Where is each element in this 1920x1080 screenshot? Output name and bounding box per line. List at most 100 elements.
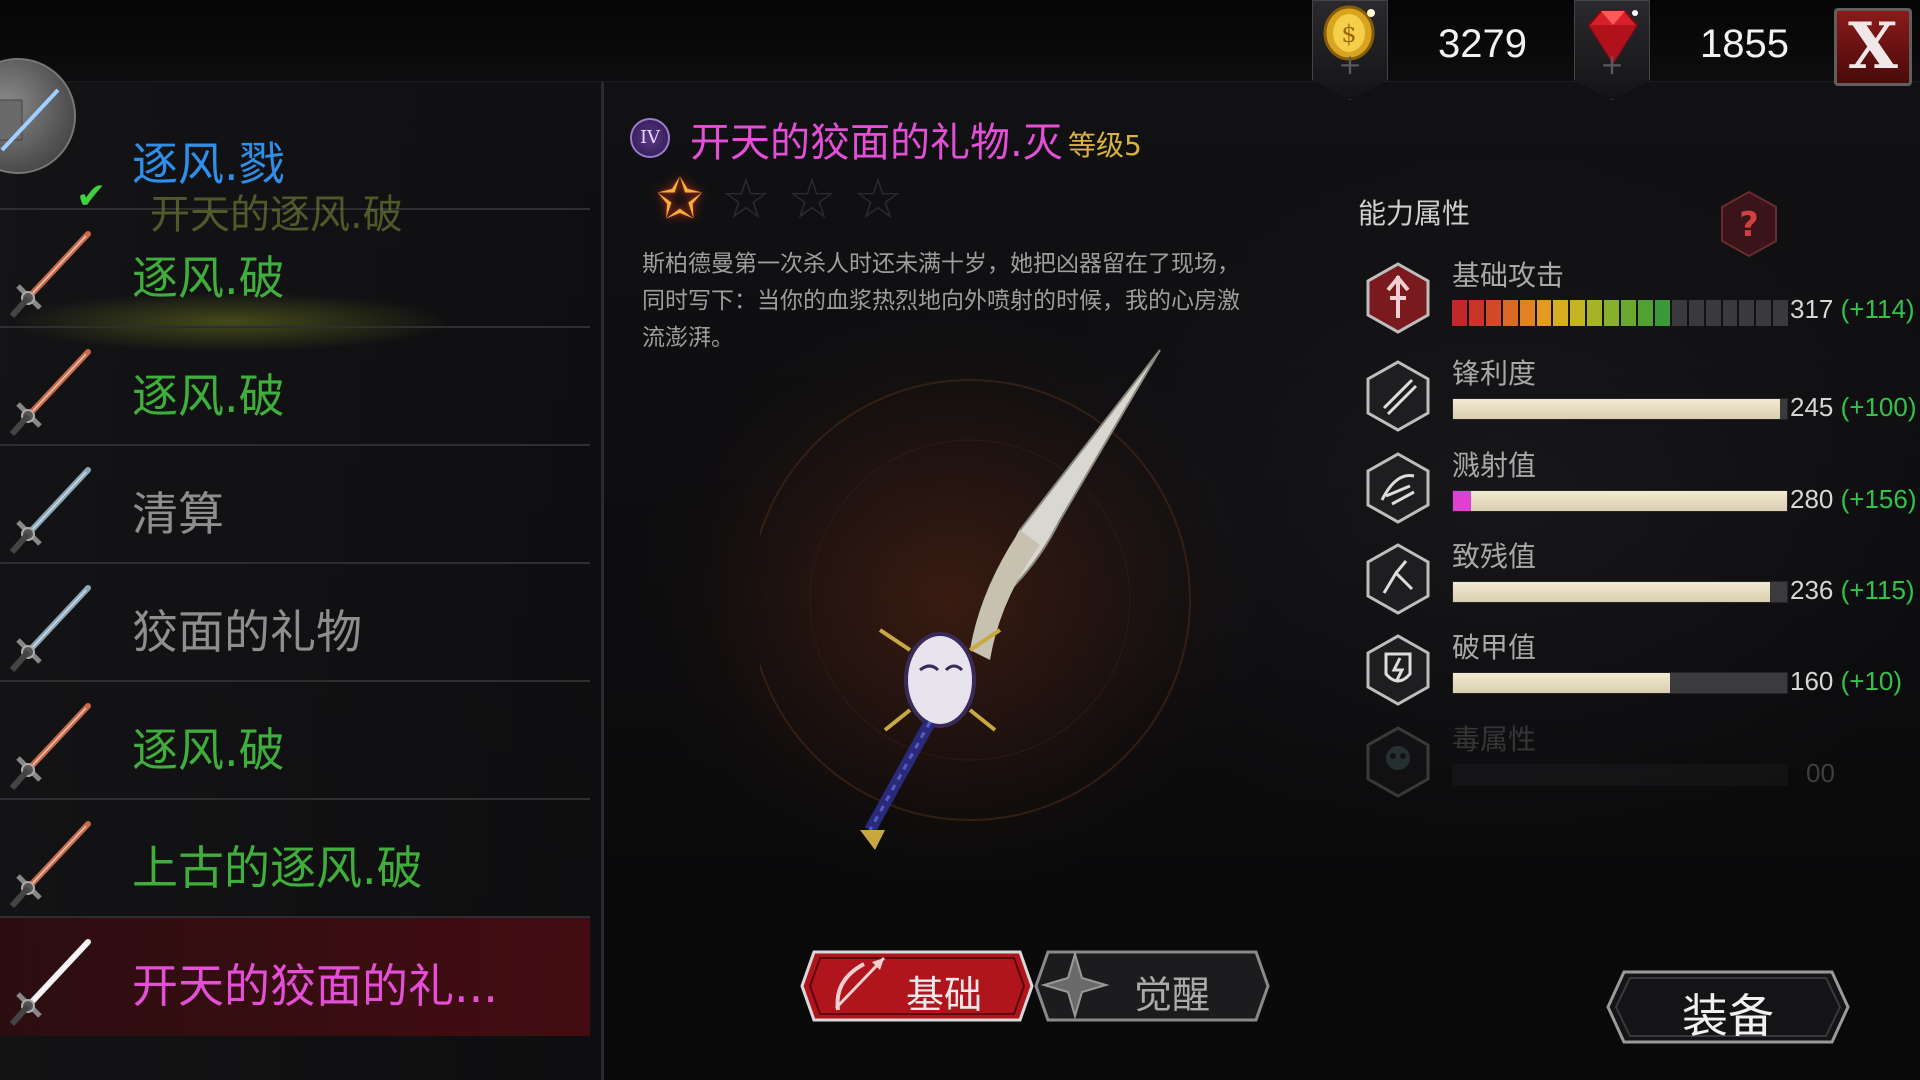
equipped-check-icon: ✔ bbox=[76, 176, 107, 217]
gold-amount: 3279 bbox=[1438, 22, 1527, 66]
stat-value-number: 236 bbox=[1790, 575, 1834, 605]
list-item-label: 上古的逐风.破 bbox=[132, 841, 423, 895]
armor-break-icon bbox=[1366, 634, 1430, 706]
stat-name: 破甲值 bbox=[1452, 631, 1537, 664]
stat-bar-segment bbox=[1756, 300, 1772, 326]
sword-icon bbox=[6, 222, 106, 322]
stats-title: 能力属性 bbox=[1358, 197, 1471, 230]
stat-value: 236 (+115) bbox=[1790, 575, 1915, 606]
stat-bar bbox=[1452, 764, 1788, 786]
stat-bar-segment bbox=[1536, 300, 1552, 326]
svg-text:?: ? bbox=[1739, 205, 1759, 245]
list-item[interactable]: 清算 bbox=[0, 446, 590, 564]
stat-bar-segment bbox=[1654, 300, 1670, 326]
shuriken-icon bbox=[1040, 950, 1110, 1020]
stat-name: 锋利度 bbox=[1452, 357, 1537, 390]
stat-bar-segment bbox=[1688, 300, 1704, 326]
list-item-label: 逐风.破 bbox=[132, 369, 285, 423]
stat-value-bonus: (+10) bbox=[1840, 666, 1903, 696]
stat-value-number: 280 bbox=[1790, 484, 1834, 514]
list-item-label: 逐风.破 bbox=[132, 251, 285, 305]
stat-bar-fill bbox=[1453, 399, 1781, 419]
stat-bar-segment bbox=[1553, 300, 1569, 326]
add-gem-icon[interactable]: + bbox=[1575, 51, 1649, 79]
list-item-label: 狡面的礼物 bbox=[132, 605, 362, 659]
list-item[interactable]: 狡面的礼物 bbox=[0, 564, 590, 682]
stat-name: 毒属性 bbox=[1452, 723, 1537, 756]
stat-bar-segment bbox=[1485, 300, 1501, 326]
svg-text:$: $ bbox=[1341, 20, 1356, 48]
stat-value: 280 (+156) bbox=[1790, 484, 1917, 515]
weapon-artwork bbox=[760, 349, 1191, 850]
stat-value-number: 00 bbox=[1806, 758, 1835, 788]
stat-row: 基础攻击 317 (+114) bbox=[1366, 259, 1920, 352]
list-item[interactable]: 逐风.破 bbox=[0, 328, 590, 446]
stat-bar-segment bbox=[1452, 300, 1467, 326]
stat-row: 锋利度 245 (+100) bbox=[1366, 357, 1920, 450]
stat-bar-fill bbox=[1453, 673, 1671, 693]
sword-icon bbox=[6, 340, 106, 440]
stat-bar-segment bbox=[1519, 300, 1535, 326]
tab-awaken-label: 觉醒 bbox=[1134, 973, 1211, 1017]
stat-bar-segment bbox=[1705, 300, 1721, 326]
stat-row: 毒属性 00 bbox=[1366, 723, 1920, 816]
star-empty-icon: ☆ bbox=[720, 167, 772, 232]
stat-bar-segment bbox=[1587, 300, 1603, 326]
stat-bar-segment bbox=[1637, 300, 1653, 326]
sword-icon bbox=[6, 812, 106, 912]
gold-badge[interactable]: $ + bbox=[1312, 0, 1388, 100]
stat-bar-segment bbox=[1570, 300, 1586, 326]
close-button[interactable]: X bbox=[1834, 8, 1912, 86]
stat-value-number: 245 bbox=[1790, 392, 1834, 422]
stat-bar-segment bbox=[1671, 300, 1687, 326]
help-icon: ? bbox=[1721, 190, 1777, 258]
stat-value-bonus: (+115) bbox=[1840, 575, 1915, 605]
stat-bar bbox=[1452, 490, 1788, 512]
stat-bar-segment bbox=[1739, 300, 1755, 326]
stat-bar-fill bbox=[1453, 491, 1787, 511]
stat-value: 245 (+100) bbox=[1790, 392, 1917, 423]
list-item-label: 清算 bbox=[132, 487, 224, 541]
stat-bar-accent bbox=[1453, 491, 1471, 511]
sword-icon bbox=[6, 694, 106, 794]
stat-bar-segment bbox=[1502, 300, 1518, 326]
stat-bar-segment bbox=[1621, 300, 1636, 326]
rank-badge: IV bbox=[630, 118, 670, 158]
stat-value-number: 317 bbox=[1790, 294, 1834, 324]
equip-button[interactable]: 装备 bbox=[1604, 968, 1852, 1046]
weapon-level: 等级5 bbox=[1068, 129, 1142, 162]
attack-icon bbox=[1366, 262, 1430, 334]
bow-arrow-icon bbox=[834, 956, 886, 1011]
stat-value: 317 (+114) bbox=[1790, 294, 1915, 325]
cripple-icon bbox=[1366, 543, 1430, 615]
weapon-title: 开天的狡面的礼物.灭 bbox=[690, 120, 1063, 166]
stat-row: 破甲值 160 (+10) bbox=[1366, 631, 1920, 724]
stat-bar bbox=[1452, 581, 1788, 603]
list-item-partial-label: 开天的逐风.破 bbox=[150, 192, 403, 238]
stat-bar bbox=[1452, 672, 1788, 694]
star-empty-icon: ☆ bbox=[786, 167, 838, 232]
stat-value-bonus: (+100) bbox=[1840, 392, 1917, 422]
stat-value-number: 160 bbox=[1790, 666, 1834, 696]
weapon-avatar bbox=[0, 58, 76, 174]
stat-bar-segment bbox=[1604, 300, 1620, 326]
gem-amount: 1855 bbox=[1700, 22, 1789, 66]
stat-name: 基础攻击 bbox=[1452, 259, 1565, 292]
list-item[interactable]: 上古的逐风.破 bbox=[0, 800, 590, 918]
tab-awaken[interactable]: 觉醒 bbox=[1034, 948, 1270, 1024]
list-item-label: 开天的狡面的礼... bbox=[132, 959, 498, 1013]
help-button[interactable]: ? bbox=[1720, 190, 1778, 258]
stat-value-bonus: (+156) bbox=[1840, 484, 1917, 514]
list-item-label: 逐风.破 bbox=[132, 723, 285, 777]
list-item[interactable]: 开天的狡面的礼... bbox=[0, 918, 590, 1036]
list-item[interactable]: 逐风.破 bbox=[0, 682, 590, 800]
stat-bar-segment bbox=[1773, 300, 1789, 326]
sword-icon bbox=[6, 576, 106, 676]
tab-basic[interactable]: 基础 bbox=[800, 948, 1034, 1024]
gem-badge[interactable]: + bbox=[1574, 0, 1650, 100]
splash-icon bbox=[1366, 452, 1430, 524]
add-gold-icon[interactable]: + bbox=[1313, 51, 1387, 79]
sharpness-icon bbox=[1366, 360, 1430, 432]
sword-icon bbox=[6, 458, 106, 558]
stat-bar-fill bbox=[1453, 582, 1771, 602]
